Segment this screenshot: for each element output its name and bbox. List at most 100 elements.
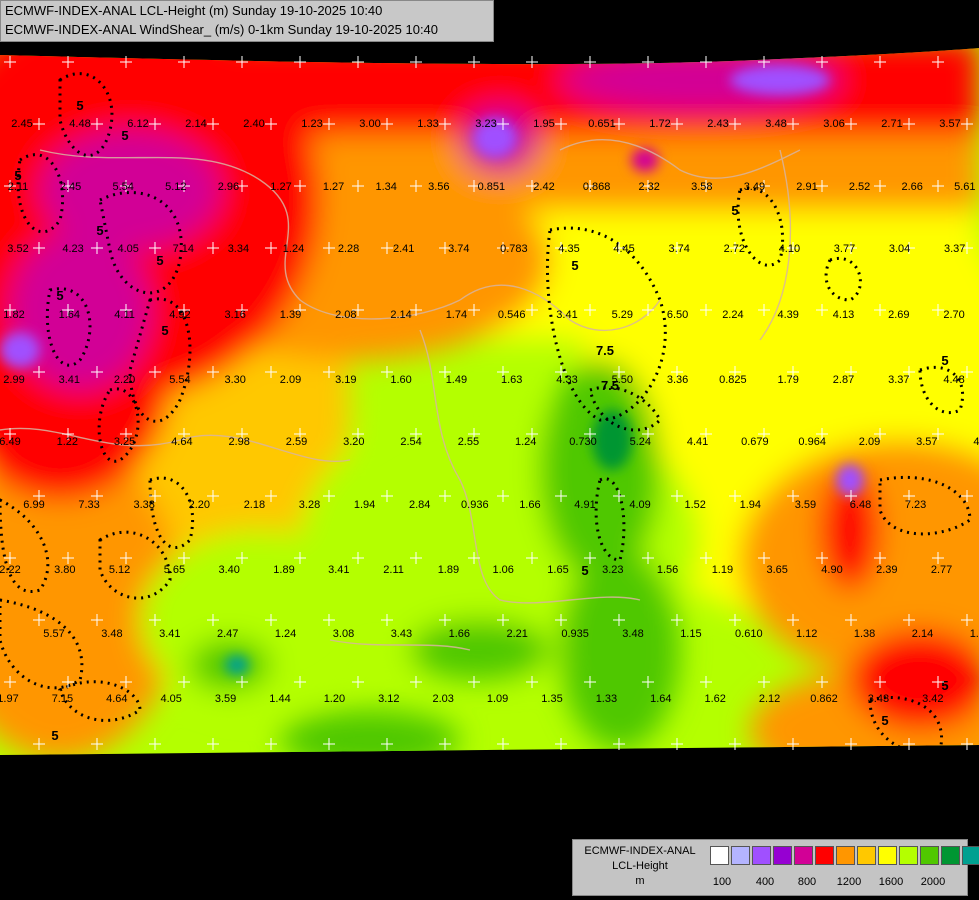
value-label: 2.41 [393,243,414,255]
value-label: 3.19 [335,374,356,386]
value-label: 3.48 [101,628,122,640]
value-label: 2.39 [876,564,897,576]
value-label: 3.30 [224,374,245,386]
value-label: 5.29 [612,309,633,321]
header-line-2: ECMWF-INDEX-ANAL WindShear_ (m/s) 0-1km … [5,22,439,37]
value-label: 4.64 [106,693,127,705]
contour-label: 5 [941,353,948,368]
value-label: 3.38 [133,499,154,511]
value-label: 5.65 [164,564,185,576]
value-label: 0.546 [498,309,526,321]
legend-title-model: ECMWF-INDEX-ANAL [584,845,696,857]
value-label: 2.96 [218,181,239,193]
value-label: 3.74 [448,243,469,255]
value-label: 2.11 [383,564,404,576]
value-label: 3.40 [218,564,239,576]
legend-swatch [752,846,771,865]
legend-swatches [710,846,979,865]
value-label: 3.23 [602,564,623,576]
value-label: 4.11 [114,309,135,321]
value-label: 1.74 [446,309,467,321]
value-label: 2.24 [722,309,743,321]
header-line-1: ECMWF-INDEX-ANAL LCL-Height (m) Sunday 1… [5,3,383,18]
value-label: 5.54 [112,181,133,193]
value-label: 2.84 [409,499,430,511]
legend-tick-label: 100 [712,876,732,888]
value-label: 6.99 [23,499,44,511]
value-label: 2.03 [432,693,453,705]
value-label: 1.94 [740,499,761,511]
value-label: 2.28 [338,243,359,255]
color-legend: ECMWF-INDEX-ANAL LCL-Height m 100 400 800 1… [572,839,979,896]
value-label: 3.57 [939,118,960,130]
value-label: 1.39 [280,309,301,321]
value-label: 2.91 [796,181,817,193]
value-label: 3.18 [676,757,697,769]
value-label: 1.52 [684,499,705,511]
value-label: 2.70 [943,309,964,321]
value-label: 2.72 [783,757,804,769]
value-label: 1.49 [446,374,467,386]
value-label: 3.41 [59,374,80,386]
contour-label: 5 [56,288,63,303]
value-label: 1.35 [516,757,537,769]
value-label: 2.55 [458,436,479,448]
value-label: 2.72 [724,243,745,255]
value-label: 3.28 [299,499,320,511]
value-label: 3.51 [890,757,911,769]
value-label: 2.66 [901,181,922,193]
value-label: 1.09 [487,693,508,705]
value-label: 6.50 [667,309,688,321]
value-label: 3.20 [343,436,364,448]
value-label: 2.18 [244,499,265,511]
value-label: 3.74 [668,243,689,255]
value-label: 4.41 [687,436,708,448]
legend-swatch [836,846,855,865]
value-label: 2.11 [410,757,431,769]
contour-label: 5 [731,203,738,218]
value-label: 3.48 [622,628,643,640]
value-label: 4.48 [69,118,90,130]
legend-swatch [794,846,813,865]
contour-label: 5 [941,678,948,693]
value-label: 1.89 [438,564,459,576]
value-label: 7.33 [78,499,99,511]
value-label: 1.12 [796,628,817,640]
value-label: 5.57 [43,628,64,640]
contour-label: 5 [156,253,163,268]
value-label: 1.79 [777,374,798,386]
legend-swatch [815,846,834,865]
map-header: ECMWF-INDEX-ANAL LCL-Height (m) Sunday 1… [0,0,494,42]
value-label: 2.85 [249,757,270,769]
value-label: 1.24 [275,628,296,640]
value-label: 1.97 [0,693,19,705]
contour-label: 5 [96,223,103,238]
legend-unit: m [635,875,645,887]
contour-label: 5 [76,98,83,113]
value-label: 3.23 [475,118,496,130]
contour-label: 5 [881,713,888,728]
value-label: 1.22 [57,436,78,448]
value-label: 0.679 [741,436,769,448]
value-label: 3.30 [836,757,857,769]
value-label: 4.10 [779,243,800,255]
value-label: 3.34 [228,243,249,255]
value-label: 2.54 [400,436,421,448]
value-label: 3.57 [916,436,937,448]
contour-label: 5 [51,728,58,743]
legend-swatch [941,846,960,865]
value-label: 1.89 [273,564,294,576]
value-label: 1.35 [541,693,562,705]
value-label: 5.24 [630,436,651,448]
value-label: 2.77 [931,564,952,576]
value-label: 2.52 [849,181,870,193]
value-label: 1.95 [533,118,554,130]
value-label: 3.41 [159,628,180,640]
value-label: 1.20 [324,693,345,705]
value-label: 4.23 [62,243,83,255]
value-label: 4.64 [171,436,192,448]
value-label: 3.43 [391,628,412,640]
value-label: 1.72 [649,118,670,130]
value-label: 6.48 [850,499,871,511]
value-label: 3.77 [834,243,855,255]
